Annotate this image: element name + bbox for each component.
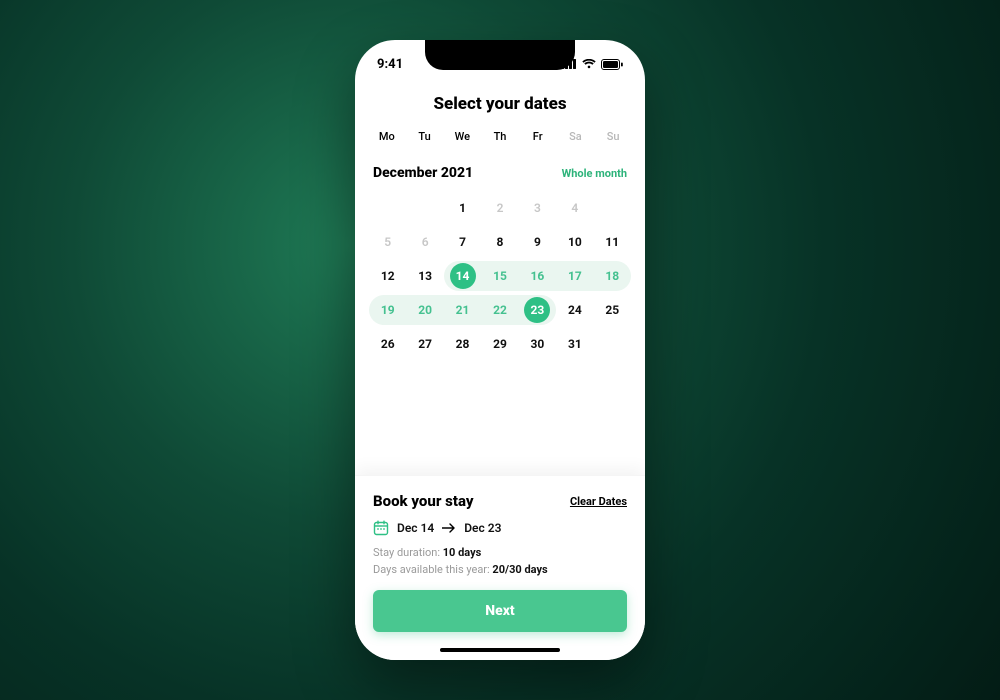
day-25[interactable]: 25 <box>594 295 631 325</box>
stay-duration: Stay duration: 10 days <box>373 546 627 559</box>
page-header: Select your dates <box>355 88 645 130</box>
day-28[interactable]: 28 <box>444 329 481 359</box>
day-empty <box>594 329 631 359</box>
day-18[interactable]: 18 <box>594 261 631 291</box>
weekday-sa: Sa <box>558 130 594 143</box>
whole-month-button[interactable]: Whole month <box>562 167 627 180</box>
day-empty <box>369 193 406 223</box>
screen: Select your dates Mo Tu We Th Fr Sa Su D… <box>355 40 645 660</box>
booking-card: Book your stay Clear Dates Dec 14 Dec 23… <box>355 475 645 660</box>
weekday-fr: Fr <box>520 130 556 143</box>
weekday-mo: Mo <box>369 130 405 143</box>
day-4[interactable]: 4 <box>556 193 593 223</box>
date-from: Dec 14 <box>397 521 434 535</box>
day-24[interactable]: 24 <box>556 295 593 325</box>
day-12[interactable]: 12 <box>369 261 406 291</box>
day-16[interactable]: 16 <box>519 261 556 291</box>
weekday-row: Mo Tu We Th Fr Sa Su <box>355 130 645 143</box>
date-range-row: Dec 14 Dec 23 <box>373 520 627 536</box>
weekday-su: Su <box>595 130 631 143</box>
weekday-th: Th <box>482 130 518 143</box>
days-available: Days available this year: 20/30 days <box>373 563 627 576</box>
day-23[interactable]: 23 <box>519 295 556 325</box>
day-27[interactable]: 27 <box>406 329 443 359</box>
day-22[interactable]: 22 <box>481 295 518 325</box>
arrow-right-icon <box>442 523 456 533</box>
day-14[interactable]: 14 <box>444 261 481 291</box>
day-13[interactable]: 13 <box>406 261 443 291</box>
month-header: December 2021 Whole month <box>355 143 645 189</box>
weekday-tu: Tu <box>407 130 443 143</box>
page-title: Select your dates <box>355 94 645 114</box>
day-19[interactable]: 19 <box>369 295 406 325</box>
phone-frame: 9:41 Select your dates Mo Tu We Th Fr Sa… <box>355 40 645 660</box>
day-2[interactable]: 2 <box>481 193 518 223</box>
day-7[interactable]: 7 <box>444 227 481 257</box>
day-30[interactable]: 30 <box>519 329 556 359</box>
day-26[interactable]: 26 <box>369 329 406 359</box>
clear-dates-button[interactable]: Clear Dates <box>570 495 627 508</box>
day-1[interactable]: 1 <box>444 193 481 223</box>
next-button[interactable]: Next <box>373 590 627 632</box>
day-31[interactable]: 31 <box>556 329 593 359</box>
day-20[interactable]: 20 <box>406 295 443 325</box>
day-empty <box>406 193 443 223</box>
day-29[interactable]: 29 <box>481 329 518 359</box>
home-indicator[interactable] <box>440 648 560 652</box>
day-11[interactable]: 11 <box>594 227 631 257</box>
calendar-icon <box>373 520 389 536</box>
date-to: Dec 23 <box>464 521 501 535</box>
weekday-we: We <box>444 130 480 143</box>
day-8[interactable]: 8 <box>481 227 518 257</box>
day-21[interactable]: 21 <box>444 295 481 325</box>
day-5[interactable]: 5 <box>369 227 406 257</box>
day-15[interactable]: 15 <box>481 261 518 291</box>
month-label: December 2021 <box>373 165 473 181</box>
day-17[interactable]: 17 <box>556 261 593 291</box>
booking-title: Book your stay <box>373 492 474 510</box>
calendar-grid: 1234567891011121314151617181920212223242… <box>355 189 645 371</box>
phone-notch <box>425 40 575 70</box>
day-10[interactable]: 10 <box>556 227 593 257</box>
day-3[interactable]: 3 <box>519 193 556 223</box>
day-empty <box>594 193 631 223</box>
day-6[interactable]: 6 <box>406 227 443 257</box>
day-9[interactable]: 9 <box>519 227 556 257</box>
